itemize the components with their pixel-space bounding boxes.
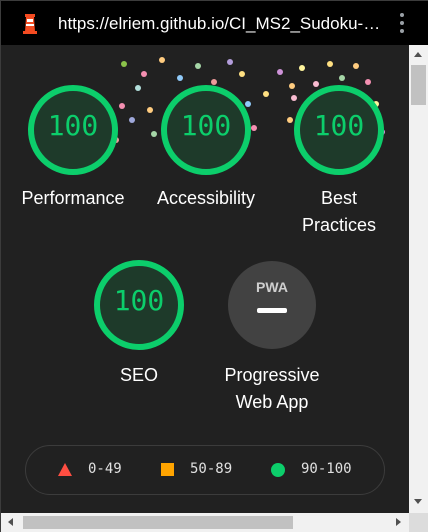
title-bar: https://elriem.github.io/CI_MS2_Sudoku-…	[1, 1, 428, 45]
pwa-na-dash-icon	[257, 308, 287, 313]
browser-window: https://elriem.github.io/CI_MS2_Sudoku-…	[0, 0, 428, 532]
score-legend: 0-49 50-89 90-100	[25, 445, 385, 495]
gauge-label-best-practices: Best Practices	[301, 188, 377, 235]
lighthouse-icon	[23, 14, 37, 34]
gauge-label-performance: Performance	[21, 188, 125, 208]
scroll-left-icon[interactable]	[8, 518, 13, 526]
gauge-label-accessibility: Accessibility	[156, 188, 256, 208]
page-url[interactable]: https://elriem.github.io/CI_MS2_Sudoku-…	[58, 14, 380, 34]
scroll-up-icon[interactable]	[414, 52, 422, 57]
average-square-icon	[161, 463, 174, 476]
pwa-badge[interactable]: PWA	[228, 261, 316, 349]
scrollbar-corner	[409, 513, 428, 532]
pwa-badge-text: PWA	[256, 279, 288, 295]
horizontal-scrollbar[interactable]	[1, 513, 409, 532]
vertical-scroll-thumb[interactable]	[411, 65, 426, 105]
lighthouse-report: 100 Performance 100 Accessibility 100 Be…	[1, 45, 409, 513]
scroll-down-icon[interactable]	[414, 499, 422, 504]
pass-circle-icon	[271, 463, 285, 477]
gauge-label-pwa: Progressive Web App	[224, 365, 320, 412]
gauge-score: 100	[113, 284, 165, 317]
horizontal-scroll-thumb[interactable]	[23, 516, 293, 529]
gauge-score: 100	[47, 109, 99, 142]
more-vertical-icon[interactable]	[394, 11, 410, 35]
fail-triangle-icon	[58, 463, 72, 476]
scroll-right-icon[interactable]	[396, 518, 401, 526]
legend-average-range: 50-89	[190, 461, 233, 477]
gauge-score: 100	[180, 109, 232, 142]
gauge-label-seo: SEO	[119, 365, 158, 385]
legend-pass-range: 90-100	[301, 461, 352, 477]
gauge-score: 100	[313, 109, 365, 142]
legend-fail-range: 0-49	[88, 461, 122, 477]
vertical-scrollbar[interactable]	[409, 45, 428, 513]
